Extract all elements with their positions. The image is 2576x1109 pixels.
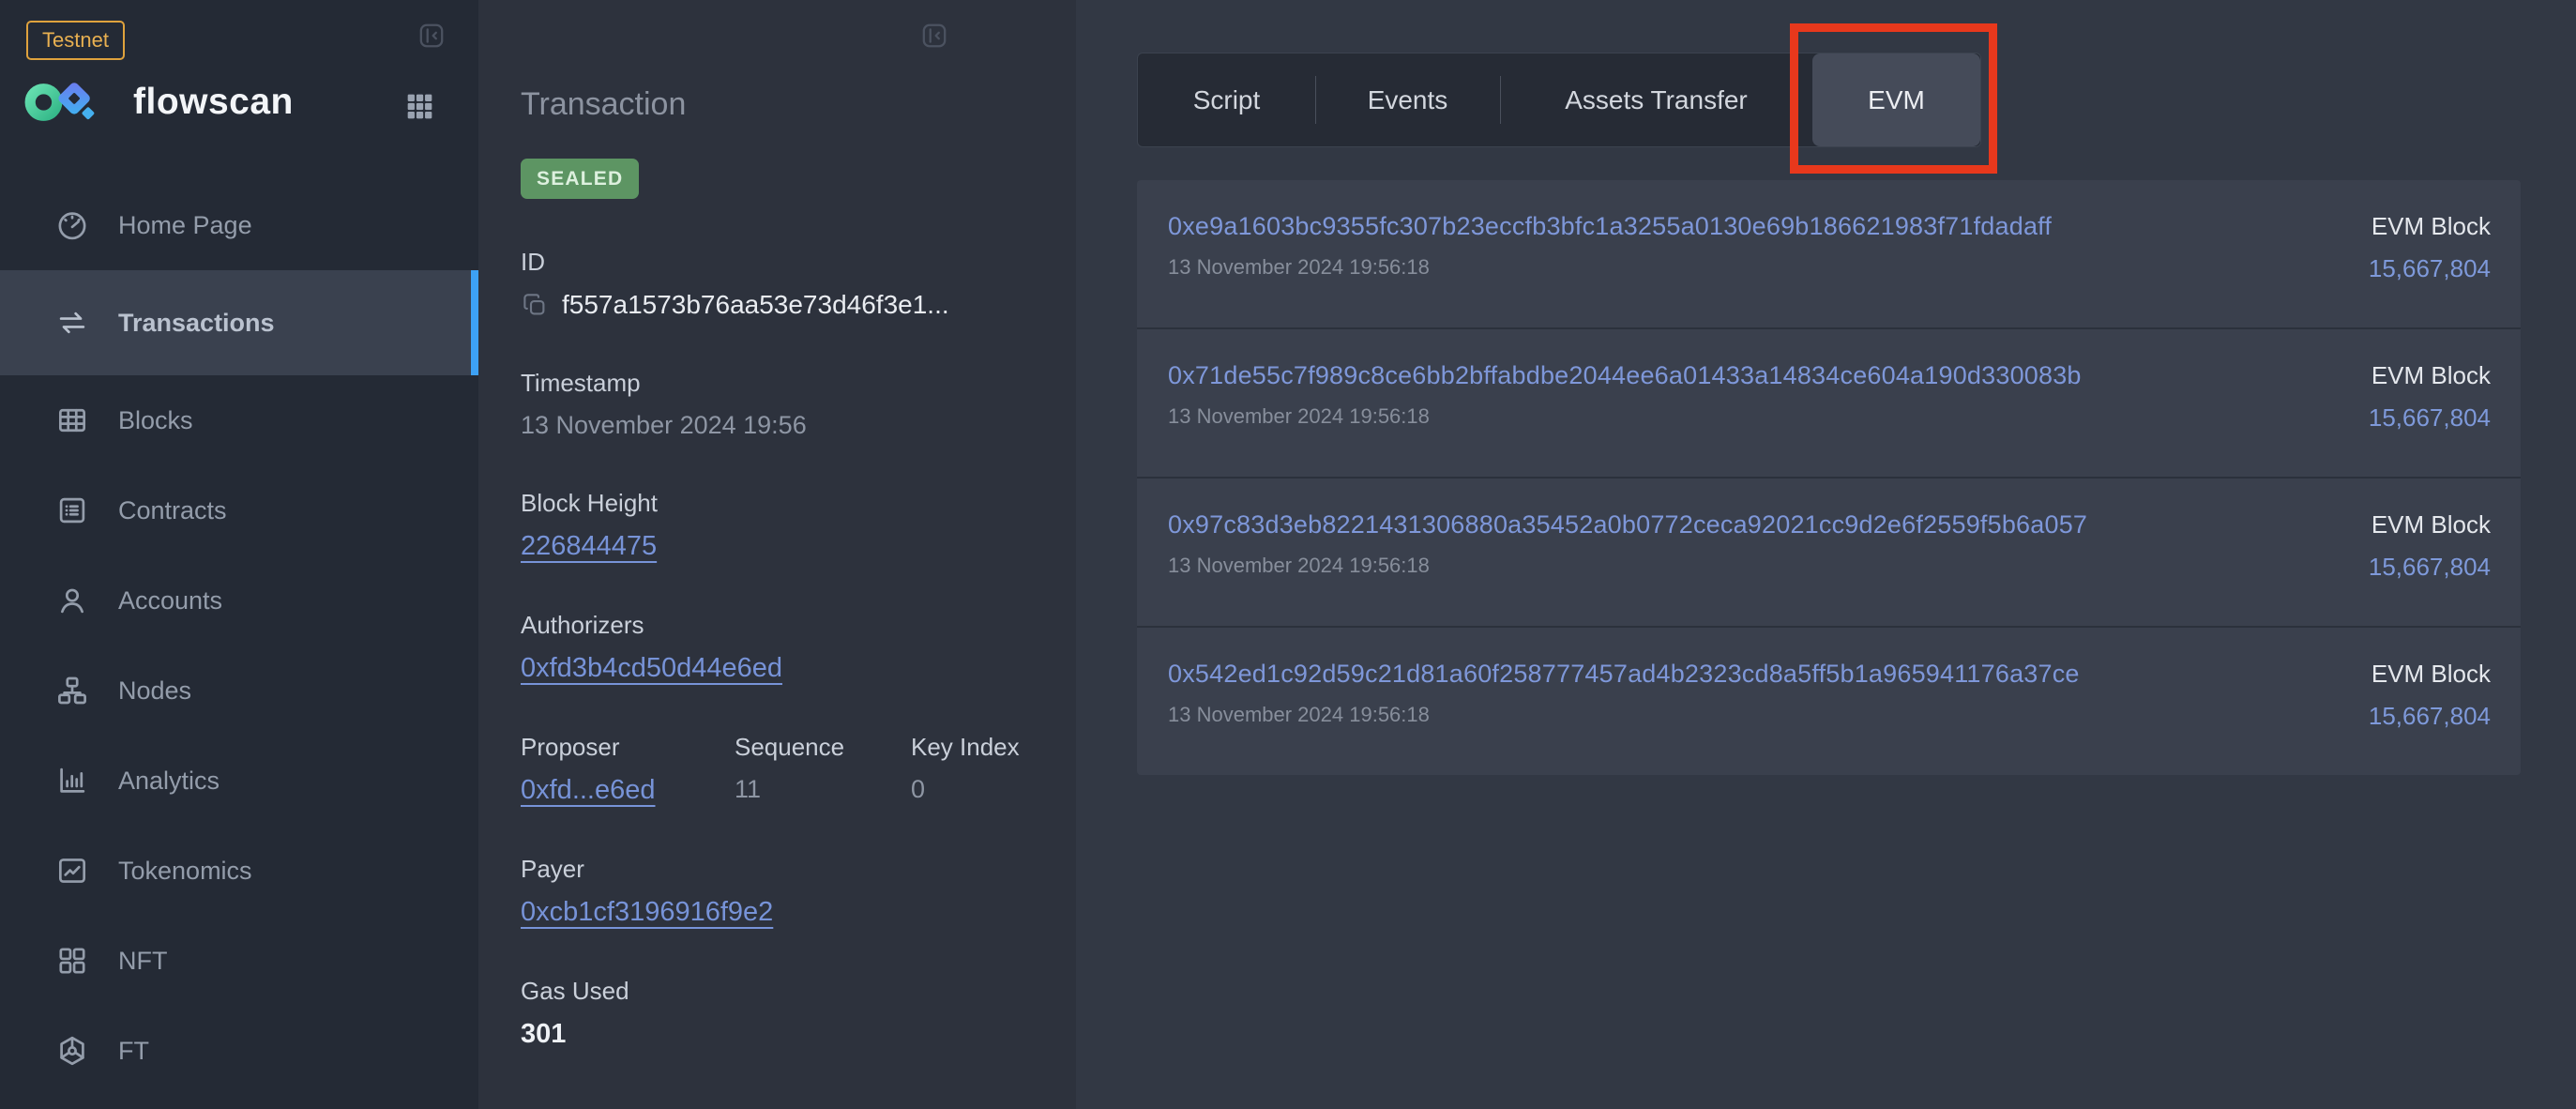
evm-transaction-row: 0xe9a1603bc9355fc307b23eccfb3bfc1a3255a0…	[1137, 180, 2521, 327]
field-proposer-row: Proposer 0xfd...e6ed Sequence 11 Key Ind…	[521, 733, 1041, 806]
tab-evm[interactable]: EVM	[1812, 53, 1980, 146]
sidebar-item-blocks[interactable]: Blocks	[0, 375, 478, 465]
evm-transaction-row: 0x97c83d3eb8221431306880a35452a0b0772cec…	[1137, 477, 2521, 626]
evm-tx-hash-link[interactable]: 0x71de55c7f989c8ce6bb2bffabdbe2044ee6a01…	[1168, 361, 2082, 390]
gauge-icon	[54, 207, 90, 243]
field-label: Authorizers	[521, 611, 1041, 640]
tab-events[interactable]: Events	[1315, 53, 1500, 146]
evm-transaction-list: 0xe9a1603bc9355fc307b23eccfb3bfc1a3255a0…	[1137, 180, 2521, 775]
evm-tx-timestamp: 13 November 2024 19:56:18	[1168, 554, 2087, 578]
apps-grid-icon	[403, 90, 436, 123]
brand-home-link[interactable]: flowscan	[23, 77, 294, 128]
proposer-address-link[interactable]: 0xfd...e6ed	[521, 775, 656, 806]
tab-script[interactable]: Script	[1138, 53, 1315, 146]
evm-block-label: EVM Block	[2371, 660, 2491, 689]
evm-transaction-row: 0x71de55c7f989c8ce6bb2bffabdbe2044ee6a01…	[1137, 327, 2521, 477]
cube-icon	[54, 1033, 90, 1069]
document-list-icon	[54, 493, 90, 528]
gas-used-value: 301	[521, 1019, 1041, 1050]
sidebar-item-label: NFT	[118, 947, 167, 976]
copy-button[interactable]	[521, 291, 549, 319]
sidebar-collapse-button[interactable]	[417, 21, 447, 51]
sidebar-menu: Home Page Transactions Blocks Contracts	[0, 180, 478, 1096]
copy-icon	[521, 291, 549, 319]
transfer-arrows-icon	[54, 305, 90, 341]
brand-name: flowscan	[133, 82, 294, 123]
evm-block-number-link[interactable]: 15,667,804	[2369, 254, 2491, 283]
sidebar-item-home-page[interactable]: Home Page	[0, 180, 478, 270]
status-badge: SEALED	[521, 159, 639, 199]
evm-tx-hash-link[interactable]: 0xe9a1603bc9355fc307b23eccfb3bfc1a3255a0…	[1168, 212, 2052, 241]
transaction-tabs: Script Events Assets Transfer EVM	[1137, 53, 1981, 147]
network-badge: Testnet	[26, 21, 125, 60]
evm-tx-hash-link[interactable]: 0x542ed1c92d59c21d81a60f258777457ad4b232…	[1168, 660, 2080, 689]
panel-collapse-icon	[417, 21, 447, 51]
evm-block-number-link[interactable]: 15,667,804	[2369, 553, 2491, 582]
evm-block-label: EVM Block	[2371, 212, 2491, 241]
transaction-id-value: f557a1573b76aa53e73d46f3e1...	[562, 290, 949, 320]
key-index-value: 0	[911, 775, 1020, 804]
field-label: Block Height	[521, 489, 1041, 518]
hierarchy-icon	[54, 673, 90, 708]
field-label: Sequence	[735, 733, 911, 762]
sidebar-item-nodes[interactable]: Nodes	[0, 646, 478, 736]
sidebar-item-accounts[interactable]: Accounts	[0, 555, 478, 646]
sequence-value: 11	[735, 775, 911, 804]
four-squares-icon	[54, 943, 90, 979]
payer-address-link[interactable]: 0xcb1cf3196916f9e2	[521, 897, 773, 928]
field-timestamp: Timestamp 13 November 2024 19:56	[521, 369, 1041, 440]
transaction-detail-panel: Transaction SEALED ID f557a1573b76aa53e7…	[478, 0, 1076, 1109]
flowscan-app: { "app": { "network_badge": "Testnet", "…	[0, 0, 2576, 1109]
evm-tx-timestamp: 13 November 2024 19:56:18	[1168, 703, 2080, 727]
sidebar-item-transactions[interactable]: Transactions	[0, 270, 478, 375]
field-gas-used: Gas Used 301	[521, 977, 1041, 1050]
sidebar-item-label: Contracts	[118, 496, 227, 525]
field-label: Payer	[521, 855, 1041, 884]
field-id: ID f557a1573b76aa53e73d46f3e1...	[521, 248, 1041, 320]
field-authorizers: Authorizers 0xfd3b4cd50d44e6ed	[521, 611, 1041, 684]
sidebar-item-label: Nodes	[118, 676, 191, 706]
field-label: Proposer	[521, 733, 735, 762]
field-payer: Payer 0xcb1cf3196916f9e2	[521, 855, 1041, 928]
panel-title: Transaction	[521, 86, 1041, 123]
evm-tx-timestamp: 13 November 2024 19:56:18	[1168, 404, 2082, 429]
evm-block-label: EVM Block	[2371, 510, 2491, 539]
trend-chart-icon	[54, 853, 90, 889]
bar-chart-icon	[54, 763, 90, 798]
field-label: ID	[521, 248, 1041, 277]
sidebar-item-label: Accounts	[118, 586, 222, 615]
field-label: Timestamp	[521, 369, 1041, 398]
block-height-link[interactable]: 226844475	[521, 531, 657, 562]
grid-table-icon	[54, 403, 90, 438]
evm-transaction-row: 0x542ed1c92d59c21d81a60f258777457ad4b232…	[1137, 626, 2521, 775]
sidebar-item-label: Blocks	[118, 406, 193, 435]
sidebar-item-label: FT	[118, 1037, 149, 1066]
field-block-height: Block Height 226844475	[521, 489, 1041, 562]
evm-tx-timestamp: 13 November 2024 19:56:18	[1168, 255, 2052, 280]
sidebar-item-label: Home Page	[118, 211, 252, 240]
apps-menu-button[interactable]	[403, 90, 436, 123]
sidebar-item-label: Tokenomics	[118, 857, 252, 886]
sidebar-item-nft[interactable]: NFT	[0, 916, 478, 1006]
evm-tx-hash-link[interactable]: 0x97c83d3eb8221431306880a35452a0b0772cec…	[1168, 510, 2087, 539]
person-icon	[54, 583, 90, 618]
flowscan-logo-icon	[23, 77, 114, 128]
sidebar-item-contracts[interactable]: Contracts	[0, 465, 478, 555]
authorizer-address-link[interactable]: 0xfd3b4cd50d44e6ed	[521, 653, 782, 684]
sidebar-item-tokenomics[interactable]: Tokenomics	[0, 826, 478, 916]
main-content: Script Events Assets Transfer EVM 0xe9a1…	[1076, 0, 2576, 1109]
sidebar-item-label: Transactions	[118, 309, 275, 338]
sidebar: Testnet	[0, 0, 478, 1109]
field-label: Key Index	[911, 733, 1020, 762]
evm-block-label: EVM Block	[2371, 361, 2491, 390]
evm-block-number-link[interactable]: 15,667,804	[2369, 403, 2491, 433]
sidebar-item-ft[interactable]: FT	[0, 1006, 478, 1096]
sidebar-item-label: Analytics	[118, 767, 220, 796]
timestamp-value: 13 November 2024 19:56	[521, 411, 1041, 440]
tab-assets-transfer[interactable]: Assets Transfer	[1500, 53, 1812, 146]
evm-block-number-link[interactable]: 15,667,804	[2369, 702, 2491, 731]
sidebar-item-analytics[interactable]: Analytics	[0, 736, 478, 826]
field-label: Gas Used	[521, 977, 1041, 1006]
